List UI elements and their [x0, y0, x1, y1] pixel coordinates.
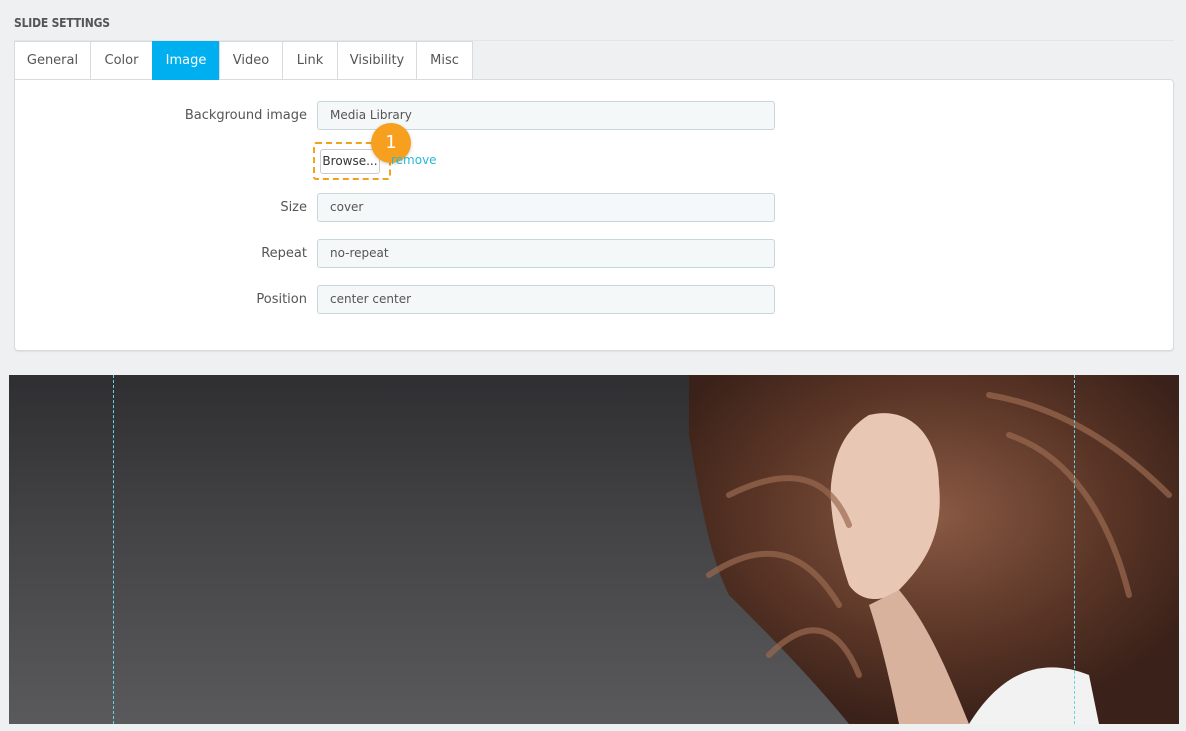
- tab-visibility[interactable]: Visibility: [337, 41, 416, 80]
- preview-photo: [689, 375, 1179, 724]
- left-guide-line: [113, 375, 114, 724]
- background-image-label: Background image: [184, 108, 307, 123]
- size-label: Size: [280, 200, 307, 215]
- slide-preview: [9, 375, 1179, 724]
- repeat-label: Repeat: [261, 246, 307, 261]
- position-label: Position: [256, 292, 307, 307]
- remove-link[interactable]: remove: [391, 153, 437, 167]
- position-field[interactable]: center center: [317, 285, 775, 314]
- tab-misc[interactable]: Misc: [416, 41, 473, 80]
- right-guide-line: [1074, 375, 1075, 724]
- tab-general[interactable]: General: [14, 41, 90, 80]
- tab-image[interactable]: Image: [152, 41, 219, 80]
- image-settings-panel: Background image Media Library Browse...…: [14, 79, 1174, 351]
- settings-tabs: General Color Image Video Link Visibilit…: [14, 41, 473, 80]
- section-title: SLIDE SETTINGS: [14, 16, 110, 30]
- size-field[interactable]: cover: [317, 193, 775, 222]
- tab-video[interactable]: Video: [219, 41, 282, 80]
- tab-color[interactable]: Color: [90, 41, 152, 80]
- repeat-field[interactable]: no-repeat: [317, 239, 775, 268]
- tab-link[interactable]: Link: [282, 41, 337, 80]
